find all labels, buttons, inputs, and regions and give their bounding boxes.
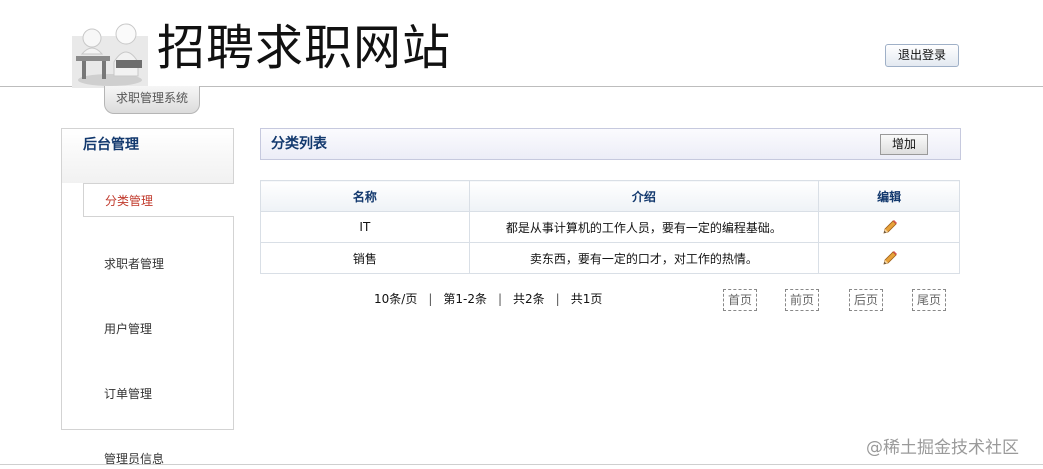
column-header-edit: 编辑 bbox=[818, 180, 960, 212]
category-table: 名称 介绍 编辑 IT 都是从事计算机的工作人员，要有一定的编程基础。 销售 卖… bbox=[260, 180, 960, 274]
pager-prev-button[interactable]: 前页 bbox=[785, 289, 819, 311]
pencil-icon[interactable] bbox=[881, 250, 898, 267]
pager-next-button[interactable]: 后页 bbox=[849, 289, 883, 311]
sidebar-item-category[interactable]: 分类管理 bbox=[83, 183, 234, 217]
subsystem-tab: 求职管理系统 bbox=[104, 86, 200, 114]
pager-range: 第1-2条 bbox=[443, 292, 487, 306]
add-button[interactable]: 增加 bbox=[880, 134, 928, 155]
logo-figure-icon bbox=[72, 23, 148, 88]
sidebar-item-jobseekers[interactable]: 求职者管理 bbox=[62, 247, 233, 281]
pager-total: 共2条 bbox=[513, 292, 545, 306]
pager-separator: | bbox=[428, 292, 433, 306]
sidebar-title: 后台管理 bbox=[62, 129, 233, 183]
column-header-name: 名称 bbox=[260, 180, 470, 212]
panel-title: 分类列表 bbox=[271, 136, 327, 152]
table-header-row: 名称 介绍 编辑 bbox=[260, 180, 960, 212]
pager-per-page: 10条/页 bbox=[374, 292, 418, 306]
site-title: 招聘求职网站 bbox=[157, 20, 452, 76]
cell-name: IT bbox=[260, 211, 470, 243]
cell-name: 销售 bbox=[260, 242, 470, 274]
cell-edit bbox=[818, 211, 960, 243]
panel-header: 分类列表 增加 bbox=[260, 128, 961, 160]
sidebar: 后台管理 分类管理 求职者管理 用户管理 订单管理 bbox=[61, 128, 234, 430]
cell-intro: 卖东西，要有一定的口才，对工作的热情。 bbox=[468, 242, 820, 274]
sidebar-item-orders[interactable]: 订单管理 bbox=[62, 377, 233, 411]
pager-last-button[interactable]: 尾页 bbox=[912, 289, 946, 311]
sidebar-divider bbox=[61, 429, 233, 430]
cell-edit bbox=[818, 242, 960, 274]
pencil-icon[interactable] bbox=[881, 219, 898, 236]
table-row: 销售 卖东西，要有一定的口才，对工作的热情。 bbox=[260, 242, 960, 274]
pager-first-button[interactable]: 首页 bbox=[723, 289, 757, 311]
site-header: 招聘求职网站 退出登录 bbox=[0, 0, 1043, 88]
footer-divider bbox=[0, 464, 1043, 465]
column-header-intro: 介绍 bbox=[468, 180, 820, 212]
sidebar-item-users[interactable]: 用户管理 bbox=[62, 312, 233, 346]
logout-button[interactable]: 退出登录 bbox=[885, 44, 959, 67]
watermark: @稀土掘金技术社区 bbox=[866, 438, 1019, 458]
pager-separator: | bbox=[555, 292, 560, 306]
cell-intro: 都是从事计算机的工作人员，要有一定的编程基础。 bbox=[468, 211, 820, 243]
table-row: IT 都是从事计算机的工作人员，要有一定的编程基础。 bbox=[260, 211, 960, 243]
pager-separator: | bbox=[497, 292, 503, 306]
pager-info: 10条/页 | 第1-2条 | 共2条 | 共1页 bbox=[374, 290, 602, 308]
pager-pages: 共1页 bbox=[570, 292, 603, 306]
